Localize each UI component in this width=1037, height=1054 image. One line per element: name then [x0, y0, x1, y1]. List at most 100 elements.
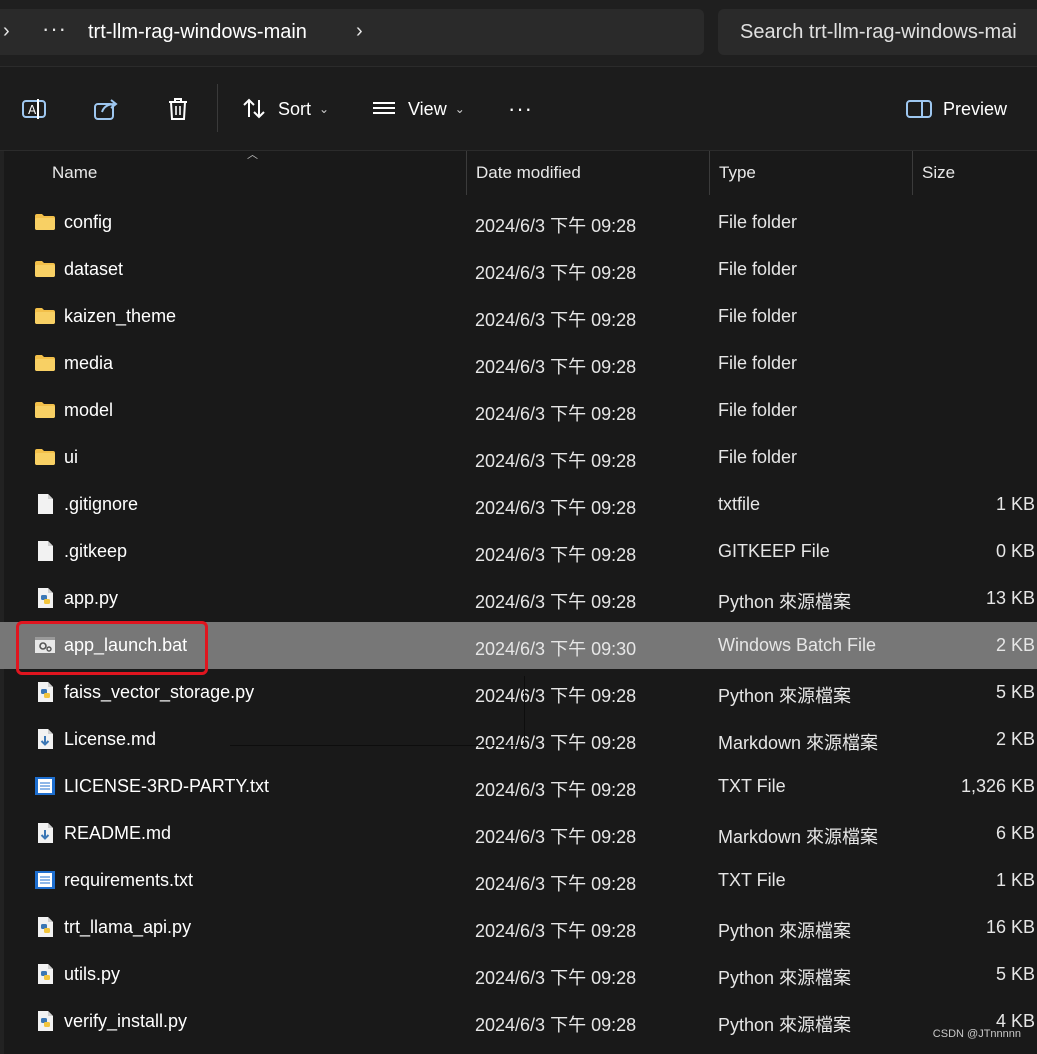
file-date-modified: 2024/6/3 下午 09:30: [475, 639, 637, 659]
file-row[interactable]: app.py 2024/6/3 下午 09:28 Python 來源檔案 13 KB: [0, 575, 1037, 622]
file-type: Markdown 來源檔案: [718, 827, 879, 847]
rename-icon: A: [22, 99, 46, 119]
file-type: TXT File: [718, 870, 786, 890]
sort-label: Sort: [278, 98, 312, 119]
file-type: File folder: [718, 259, 798, 279]
file-date-modified: 2024/6/3 下午 09:28: [475, 733, 637, 753]
file-row[interactable]: .gitkeep 2024/6/3 下午 09:28 GITKEEP File 0 K…: [0, 528, 1037, 575]
file-row[interactable]: media 2024/6/3 下午 09:28 File folder: [0, 340, 1037, 387]
file-date-modified: 2024/6/3 下午 09:28: [475, 498, 637, 518]
file-row[interactable]: .gitignore 2024/6/3 下午 09:28 txtfile 1 KB: [0, 481, 1037, 528]
view-button[interactable]: View ⌄: [370, 94, 465, 124]
command-bar: A Sort ⌄ View ⌄ ··· Preview: [0, 67, 1037, 151]
file-row[interactable]: model 2024/6/3 下午 09:28 File folder: [0, 387, 1037, 434]
column-date-modified[interactable]: Date modified: [466, 151, 709, 195]
file-name: media: [64, 353, 114, 373]
delete-button[interactable]: [164, 94, 192, 124]
breadcrumb-current-folder[interactable]: trt-llm-rag-windows-main: [88, 21, 307, 44]
chevron-down-icon: ⌄: [319, 102, 330, 116]
file-size: 1 KB: [995, 870, 1035, 890]
file-type: Windows Batch File: [718, 635, 877, 655]
toolbar-divider: [217, 84, 218, 132]
chevron-down-icon: ⌄: [454, 102, 465, 116]
chevron-right-icon[interactable]: ›: [3, 20, 10, 43]
file-type: txtfile: [718, 494, 761, 514]
python-file-icon: [34, 1010, 56, 1032]
markdown-file-icon: [34, 728, 56, 750]
file-type: File folder: [718, 447, 798, 467]
address-bar[interactable]: › ··· trt-llm-rag-windows-main ›: [0, 9, 704, 55]
file-name: dataset: [64, 259, 124, 279]
folder-icon: [34, 211, 56, 233]
view-list-icon: [373, 102, 395, 114]
column-name[interactable]: Name: [43, 151, 466, 195]
folder-icon: [34, 399, 56, 421]
file-name: .gitignore: [64, 494, 139, 514]
share-button[interactable]: [92, 94, 120, 124]
file-size: 6 KB: [995, 823, 1035, 843]
svg-text:A: A: [28, 103, 37, 117]
file-name: model: [64, 400, 114, 420]
file-row[interactable]: License.md 2024/6/3 下午 09:28 Markdown 來源檔案…: [0, 716, 1037, 763]
file-row[interactable]: config 2024/6/3 下午 09:28 File folder: [0, 199, 1037, 246]
sort-button[interactable]: Sort ⌄: [240, 94, 329, 124]
file-name: verify_install.py: [64, 1011, 188, 1031]
column-type[interactable]: Type: [709, 151, 912, 195]
folder-icon: [34, 446, 56, 468]
file-date-modified: 2024/6/3 下午 09:28: [475, 545, 637, 565]
column-size[interactable]: Size: [912, 151, 1037, 195]
address-bar-area: › ··· trt-llm-rag-windows-main › Search …: [0, 0, 1037, 67]
file-name: utils.py: [64, 964, 121, 984]
file-name: kaizen_theme: [64, 306, 177, 326]
breadcrumb-chevron-icon[interactable]: ›: [356, 20, 363, 43]
file-row[interactable]: kaizen_theme 2024/6/3 下午 09:28 File folder: [0, 293, 1037, 340]
file-size: 16 KB: [985, 917, 1035, 937]
file-type: GITKEEP File: [718, 541, 830, 561]
folder-icon: [34, 352, 56, 374]
file-date-modified: 2024/6/3 下午 09:28: [475, 357, 637, 377]
file-type: File folder: [718, 306, 798, 326]
breadcrumb-overflow-button[interactable]: ···: [42, 16, 67, 42]
python-file-icon: [34, 963, 56, 985]
file-row[interactable]: dataset 2024/6/3 下午 09:28 File folder: [0, 246, 1037, 293]
file-row[interactable]: requirements.txt 2024/6/3 下午 09:28 TXT Fil…: [0, 857, 1037, 904]
file-date-modified: 2024/6/3 下午 09:28: [475, 780, 637, 800]
file-type: File folder: [718, 400, 798, 420]
file-size: 13 KB: [985, 588, 1035, 608]
highlight-box: [16, 621, 208, 675]
file-type: Python 來源檔案: [718, 921, 852, 941]
file-type: Python 來源檔案: [718, 686, 852, 706]
preview-button[interactable]: Preview: [905, 94, 1007, 124]
file-row[interactable]: README.md 2024/6/3 下午 09:28 Markdown 來源檔案 6…: [0, 810, 1037, 857]
file-row[interactable]: utils.py 2024/6/3 下午 09:28 Python 來源檔案 5 KB: [0, 951, 1037, 998]
file-date-modified: 2024/6/3 下午 09:28: [475, 921, 637, 941]
file-date-modified: 2024/6/3 下午 09:28: [475, 216, 637, 236]
see-more-button[interactable]: ···: [508, 94, 533, 124]
markdown-file-icon: [34, 822, 56, 844]
file-type: Python 來源檔案: [718, 1015, 852, 1035]
search-box[interactable]: Search trt-llm-rag-windows-mai: [718, 9, 1037, 55]
file-size: 1 KB: [995, 494, 1035, 514]
folder-icon: [34, 305, 56, 327]
file-name: .gitkeep: [64, 541, 128, 561]
file-name: README.md: [64, 823, 172, 843]
file-name: License.md: [64, 729, 157, 749]
file-type: Python 來源檔案: [718, 968, 852, 988]
file-row[interactable]: ui 2024/6/3 下午 09:28 File folder: [0, 434, 1037, 481]
blank-file-icon: [34, 540, 56, 562]
file-size: 5 KB: [995, 682, 1035, 702]
file-row[interactable]: faiss_vector_storage.py 2024/6/3 下午 09:28…: [0, 669, 1037, 716]
column-header: Name Date modified Type Size: [0, 151, 1037, 195]
folder-icon: [34, 258, 56, 280]
file-name: config: [64, 212, 113, 232]
file-date-modified: 2024/6/3 下午 09:28: [475, 968, 637, 988]
file-date-modified: 2024/6/3 下午 09:28: [475, 263, 637, 283]
file-row[interactable]: trt_llama_api.py 2024/6/3 下午 09:28 Python …: [0, 904, 1037, 951]
file-date-modified: 2024/6/3 下午 09:28: [475, 1015, 637, 1035]
file-row[interactable]: LICENSE-3RD-PARTY.txt 2024/6/3 下午 09:28 TX…: [0, 763, 1037, 810]
file-row[interactable]: verify_install.py 2024/6/3 下午 09:28 Python…: [0, 998, 1037, 1045]
rename-button[interactable]: A: [20, 94, 48, 124]
file-name: trt_llama_api.py: [64, 917, 192, 937]
trash-icon: [169, 98, 187, 120]
watermark: CSDN @JTnnnnn: [932, 1028, 1021, 1040]
